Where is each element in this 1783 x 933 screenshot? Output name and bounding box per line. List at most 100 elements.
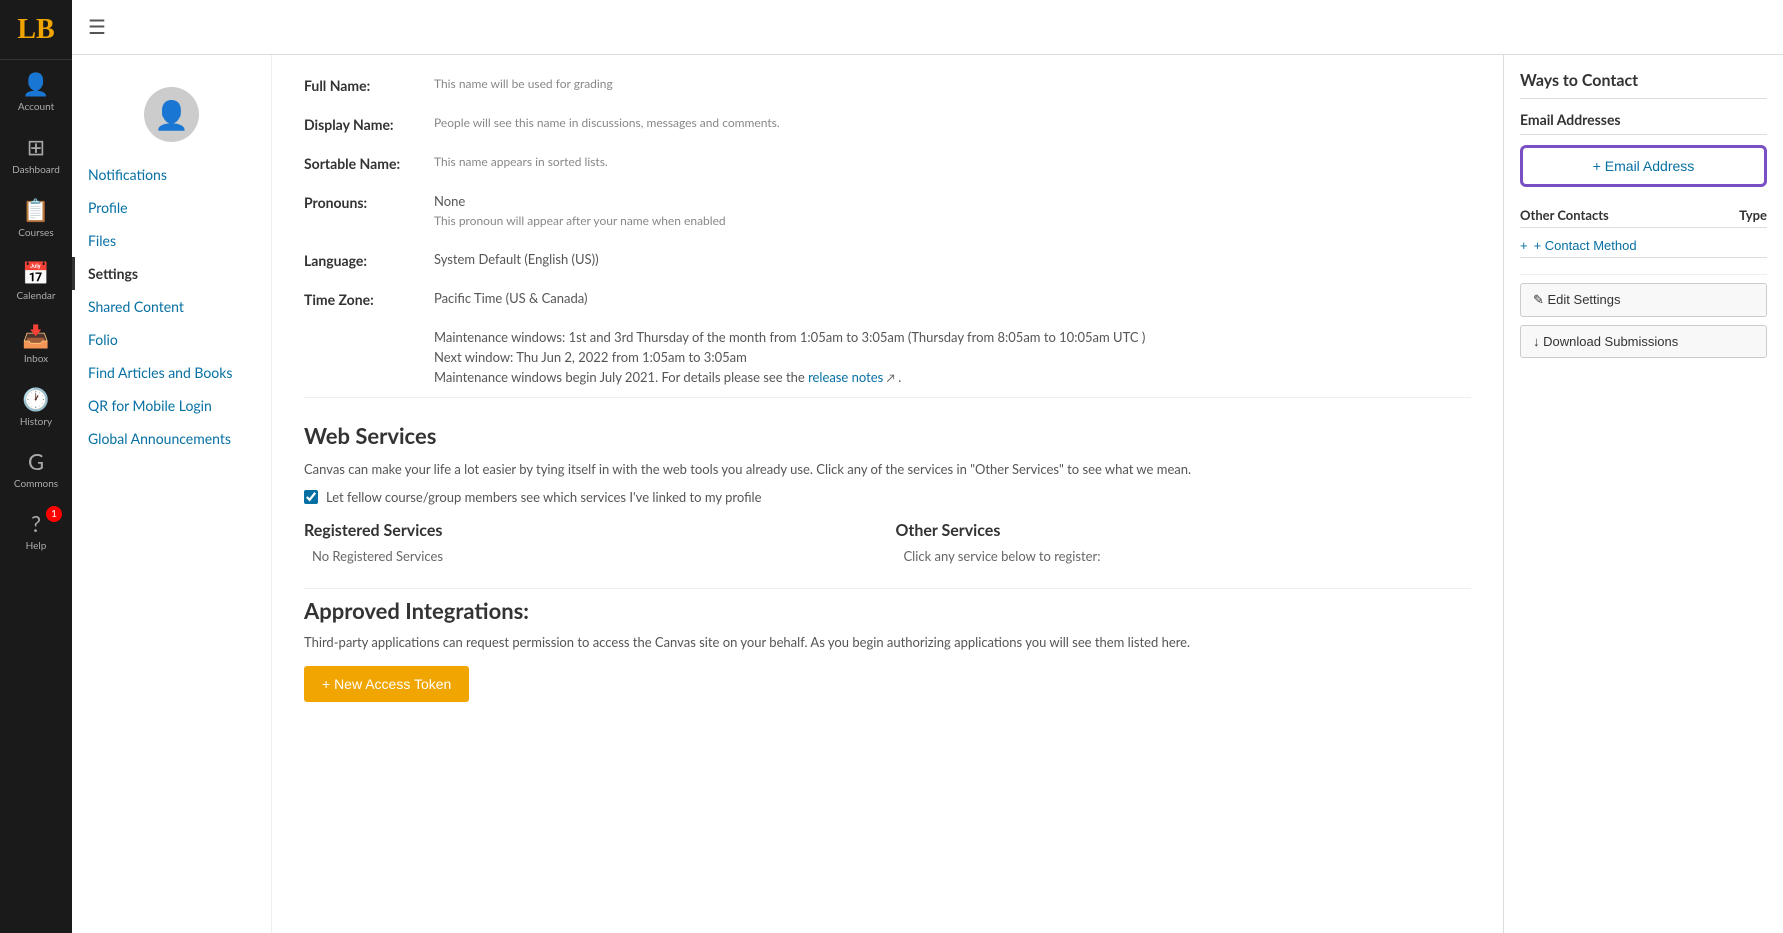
contacts-table: Other Contacts Type + + Contact Method bbox=[1520, 203, 1767, 258]
contacts-header: Other Contacts Type bbox=[1520, 203, 1767, 228]
secondary-nav-files[interactable]: Files bbox=[72, 224, 271, 257]
other-services-col: Other Services Click any service below t… bbox=[896, 521, 1472, 564]
history-label: History bbox=[20, 416, 52, 428]
logo-area: LB bbox=[0, 0, 72, 60]
help-label: Help bbox=[26, 540, 47, 552]
release-notes-link[interactable]: release notes bbox=[808, 369, 883, 385]
account-label: Account bbox=[18, 101, 54, 113]
ways-to-contact-title: Ways to Contact bbox=[1520, 71, 1767, 99]
web-services-section: Web Services Canvas can make your life a… bbox=[304, 422, 1471, 564]
label-full-name: Full Name: bbox=[304, 75, 434, 94]
logo: LB bbox=[17, 16, 54, 44]
dashboard-icon: ⊞ bbox=[27, 133, 45, 161]
web-services-checkbox-row: Let fellow course/group members see whic… bbox=[304, 489, 1471, 505]
content-row: 👤 NotificationsProfileFilesSettingsShare… bbox=[72, 55, 1783, 933]
release-notes-row: Maintenance windows begin July 2021. For… bbox=[434, 369, 1471, 385]
secondary-nav-profile[interactable]: Profile bbox=[72, 191, 271, 224]
maintenance-info: Maintenance windows: 1st and 3rd Thursda… bbox=[434, 329, 1471, 385]
registered-services-col: Registered Services No Registered Servic… bbox=[304, 521, 880, 564]
value-language: System Default (English (US)) bbox=[434, 250, 599, 270]
integrations-desc: Third-party applications can request per… bbox=[304, 634, 1471, 650]
integrations-title: Approved Integrations: bbox=[304, 597, 1471, 624]
sidebar-dark: LB 👤 Account ⊞ Dashboard 📋 Courses 📅 Cal… bbox=[0, 0, 72, 933]
add-contact-label: + Contact Method bbox=[1534, 238, 1637, 253]
label-sortable-name: Sortable Name: bbox=[304, 153, 434, 172]
secondary-nav-shared-content[interactable]: Shared Content bbox=[72, 290, 271, 323]
hint-display-name: People will see this name in discussions… bbox=[434, 114, 780, 132]
main-wrapper: ☰ 👤 NotificationsProfileFilesSettingsSha… bbox=[72, 0, 1783, 933]
main-content: Full Name: This name will be used for gr… bbox=[272, 55, 1503, 933]
value-pronouns: None This pronoun will appear after your… bbox=[434, 192, 726, 230]
registered-title: Registered Services bbox=[304, 521, 880, 540]
sidebar-item-help[interactable]: ? Help 1 bbox=[0, 500, 72, 562]
sidebar-item-inbox[interactable]: 📥 Inbox bbox=[0, 312, 72, 375]
hint-full-name: This name will be used for grading bbox=[434, 75, 613, 93]
right-panel: Ways to Contact Email Addresses + Email … bbox=[1503, 55, 1783, 933]
hint-sortable-name: This name appears in sorted lists. bbox=[434, 153, 608, 171]
value-text-pronouns: None bbox=[434, 193, 465, 209]
sidebar-item-courses[interactable]: 📋 Courses bbox=[0, 186, 72, 249]
calendar-icon: 📅 bbox=[22, 259, 49, 287]
value-sortable-name: This name appears in sorted lists. bbox=[434, 153, 608, 171]
integrations-section: Approved Integrations: Third-party appli… bbox=[304, 597, 1471, 702]
label-language: Language: bbox=[304, 250, 434, 269]
label-display-name: Display Name: bbox=[304, 114, 434, 133]
sidebar-item-commons[interactable]: G Commons bbox=[0, 438, 72, 500]
external-link-icon: ↗ bbox=[887, 372, 895, 385]
add-contact-method-button[interactable]: + + Contact Method bbox=[1520, 234, 1637, 257]
sidebar-item-calendar[interactable]: 📅 Calendar bbox=[0, 249, 72, 312]
account-icon: 👤 bbox=[22, 70, 49, 98]
topbar: ☰ bbox=[72, 0, 1783, 55]
field-pronouns: Pronouns: None This pronoun will appear … bbox=[304, 192, 1471, 230]
value-text-timezone: Pacific Time (US & Canada) bbox=[434, 290, 587, 306]
secondary-nav-notifications[interactable]: Notifications bbox=[72, 158, 271, 191]
release-notes-prefix: Maintenance windows begin July 2021. For… bbox=[434, 369, 808, 385]
release-notes-suffix: . bbox=[898, 369, 901, 385]
help-icon: ? bbox=[31, 510, 41, 537]
value-display-name: People will see this name in discussions… bbox=[434, 114, 780, 132]
dashboard-label: Dashboard bbox=[12, 164, 60, 176]
add-email-button[interactable]: + Email Address bbox=[1520, 145, 1767, 187]
web-services-title: Web Services bbox=[304, 422, 1471, 449]
field-sortable-name: Sortable Name: This name appears in sort… bbox=[304, 153, 1471, 172]
history-icon: 🕐 bbox=[22, 385, 49, 413]
web-services-checkbox[interactable] bbox=[304, 490, 318, 504]
secondary-nav-folio[interactable]: Folio bbox=[72, 323, 271, 356]
secondary-nav-settings[interactable]: Settings bbox=[72, 257, 271, 290]
edit-settings-button[interactable]: ✎ Edit Settings bbox=[1520, 283, 1767, 317]
secondary-nav-qr-login[interactable]: QR for Mobile Login bbox=[72, 389, 271, 422]
add-contact-icon: + bbox=[1520, 238, 1528, 253]
web-services-desc: Canvas can make your life a lot easier b… bbox=[304, 461, 1471, 477]
value-text-language: System Default (English (US)) bbox=[434, 251, 599, 267]
label-pronouns: Pronouns: bbox=[304, 192, 434, 211]
commons-icon: G bbox=[28, 448, 44, 475]
help-badge: 1 bbox=[46, 506, 62, 522]
field-timezone: Time Zone: Pacific Time (US & Canada) bbox=[304, 289, 1471, 309]
other-title: Other Services bbox=[896, 521, 1472, 540]
inbox-label: Inbox bbox=[24, 353, 48, 365]
next-window-text: Next window: Thu Jun 2, 2022 from 1:05am… bbox=[434, 349, 1471, 365]
sidebar-item-dashboard[interactable]: ⊞ Dashboard bbox=[0, 123, 72, 186]
secondary-nav-global-announcements[interactable]: Global Announcements bbox=[72, 422, 271, 455]
avatar: 👤 bbox=[144, 87, 199, 142]
type-header-label: Type bbox=[1739, 207, 1767, 223]
new-access-token-button[interactable]: + New Access Token bbox=[304, 666, 469, 702]
sidebar-item-account[interactable]: 👤 Account bbox=[0, 60, 72, 123]
commons-label: Commons bbox=[14, 478, 58, 490]
field-full-name: Full Name: This name will be used for gr… bbox=[304, 75, 1471, 94]
value-timezone: Pacific Time (US & Canada) bbox=[434, 289, 587, 309]
inbox-icon: 📥 bbox=[22, 322, 49, 350]
calendar-label: Calendar bbox=[16, 290, 55, 302]
hamburger-icon[interactable]: ☰ bbox=[88, 15, 106, 39]
download-submissions-button[interactable]: ↓ Download Submissions bbox=[1520, 325, 1767, 358]
avatar-icon: 👤 bbox=[154, 97, 189, 132]
other-desc: Click any service below to register: bbox=[896, 548, 1472, 564]
sidebar-item-history[interactable]: 🕐 History bbox=[0, 375, 72, 438]
courses-icon: 📋 bbox=[22, 196, 49, 224]
label-timezone: Time Zone: bbox=[304, 289, 434, 308]
secondary-nav-find-articles[interactable]: Find Articles and Books bbox=[72, 356, 271, 389]
maintenance-text: Maintenance windows: 1st and 3rd Thursda… bbox=[434, 329, 1471, 345]
field-display-name: Display Name: People will see this name … bbox=[304, 114, 1471, 133]
web-services-checkbox-label: Let fellow course/group members see whic… bbox=[326, 489, 761, 505]
email-addresses-title: Email Addresses bbox=[1520, 111, 1767, 135]
